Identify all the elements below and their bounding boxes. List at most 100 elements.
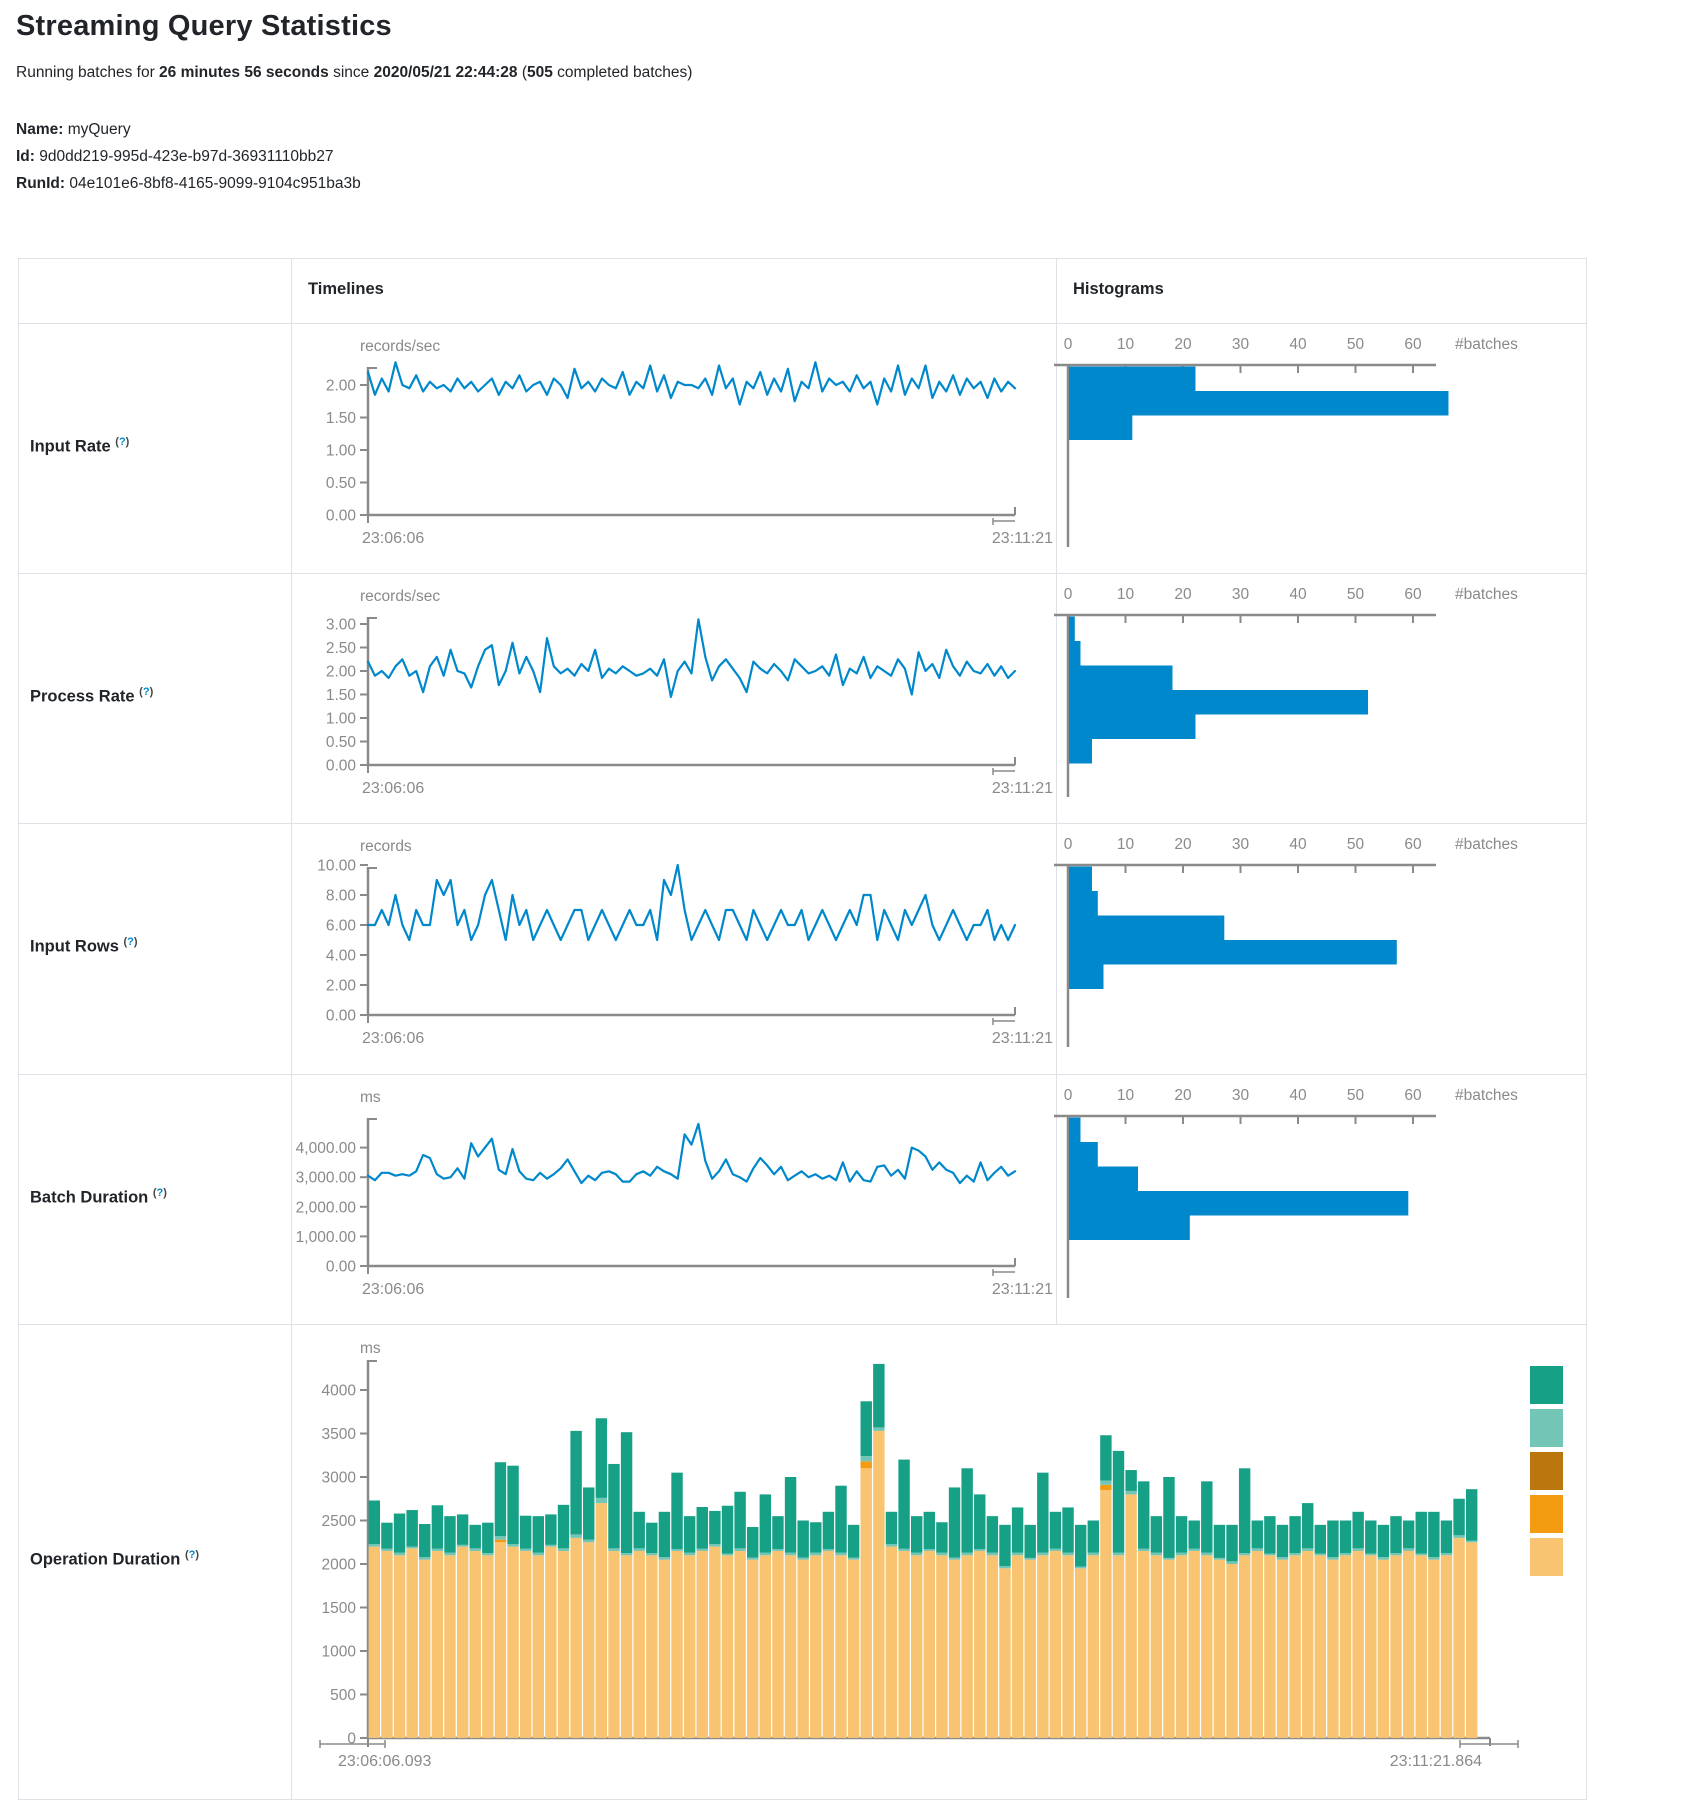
svg-text:40: 40 [1289,586,1307,603]
svg-text:23:11:21: 23:11:21 [992,1030,1053,1047]
query-meta: Name: myQuery Id: 9d0dd219-995d-423e-b97… [16,116,361,197]
svg-text:20: 20 [1174,336,1192,353]
svg-text:60: 60 [1404,836,1422,853]
svg-text:23:06:06: 23:06:06 [362,1281,424,1298]
svg-text:#batches: #batches [1455,836,1518,853]
svg-text:23:06:06: 23:06:06 [362,1030,424,1047]
svg-text:23:11:21: 23:11:21 [992,530,1053,547]
svg-text:0: 0 [1064,586,1073,603]
running-summary: Running batches for 26 minutes 56 second… [16,64,692,82]
svg-text:30: 30 [1232,336,1250,353]
svg-text:2.50: 2.50 [326,640,357,657]
running-mid: since [329,64,374,81]
column-header-timelines: Timelines [308,280,384,299]
svg-text:1.50: 1.50 [326,410,357,427]
svg-text:50: 50 [1347,336,1365,353]
svg-text:0.50: 0.50 [326,734,357,751]
column-header-histograms: Histograms [1073,280,1164,299]
svg-text:2000: 2000 [322,1557,357,1574]
svg-text:10: 10 [1117,586,1135,603]
svg-text:1,000.00: 1,000.00 [296,1229,357,1246]
svg-text:3.00: 3.00 [326,617,357,634]
svg-text:50: 50 [1347,1087,1365,1104]
svg-text:3,000.00: 3,000.00 [296,1170,357,1187]
svg-text:8.00: 8.00 [326,888,357,905]
svg-text:4,000.00: 4,000.00 [296,1140,357,1157]
svg-text:20: 20 [1174,836,1192,853]
svg-text:0.50: 0.50 [326,475,357,492]
svg-text:ms: ms [360,1089,381,1106]
svg-text:ms: ms [360,1340,381,1357]
svg-text:23:06:06: 23:06:06 [362,780,424,797]
svg-text:40: 40 [1289,1087,1307,1104]
legend-swatch [1530,1538,1563,1576]
svg-text:60: 60 [1404,586,1422,603]
page-title: Streaming Query Statistics [16,10,392,43]
help-tooltip-icon[interactable]: (?) [115,436,129,448]
running-paren: ( [518,64,527,81]
svg-text:1.00: 1.00 [326,443,357,460]
operation-duration-chart: ms4000350030002500200015001000500023:06:… [290,1323,1585,1798]
query-id-line: Id: 9d0dd219-995d-423e-b97d-36931110bb27 [16,143,361,170]
help-tooltip-icon[interactable]: (?) [124,936,138,948]
svg-text:records: records [360,838,412,855]
svg-text:1.00: 1.00 [326,711,357,728]
svg-text:30: 30 [1232,836,1250,853]
svg-text:1.50: 1.50 [326,687,357,704]
row-label-operation-duration: Operation Duration (?) [30,1549,199,1570]
legend-swatch [1530,1366,1563,1404]
svg-text:records/sec: records/sec [360,588,440,605]
row-label-input-rate: Input Rate (?) [30,436,129,457]
svg-text:0: 0 [1064,336,1073,353]
svg-text:60: 60 [1404,1087,1422,1104]
running-prefix: Running batches for [16,64,159,81]
input-rate-charts: records/sec2.001.501.000.500.0023:06:062… [290,322,1585,572]
svg-text:2.00: 2.00 [326,378,357,395]
legend-swatch [1530,1409,1563,1447]
help-tooltip-icon[interactable]: (?) [153,1187,167,1199]
svg-text:500: 500 [330,1687,356,1704]
svg-text:4.00: 4.00 [326,948,357,965]
svg-text:30: 30 [1232,586,1250,603]
svg-text:60: 60 [1404,336,1422,353]
svg-text:#batches: #batches [1455,336,1518,353]
svg-text:20: 20 [1174,586,1192,603]
running-suffix: completed batches) [553,64,693,81]
svg-text:3000: 3000 [322,1470,357,1487]
query-name-line: Name: myQuery [16,116,361,143]
svg-text:50: 50 [1347,836,1365,853]
query-runid-line: RunId: 04e101e6-8bf8-4165-9099-9104c951b… [16,170,361,197]
svg-text:2500: 2500 [322,1513,357,1530]
row-label-batch-duration: Batch Duration (?) [30,1187,167,1208]
svg-text:records/sec: records/sec [360,338,440,355]
svg-text:0.00: 0.00 [326,758,357,775]
svg-text:0.00: 0.00 [326,1008,357,1025]
svg-text:23:11:21: 23:11:21 [992,1281,1053,1298]
svg-text:#batches: #batches [1455,1087,1518,1104]
completed-batch-count: 505 [527,64,553,81]
svg-text:3500: 3500 [322,1426,357,1443]
svg-text:50: 50 [1347,586,1365,603]
svg-text:1000: 1000 [322,1644,357,1661]
svg-text:23:11:21: 23:11:21 [992,780,1053,797]
svg-text:23:06:06: 23:06:06 [362,530,424,547]
row-label-process-rate: Process Rate (?) [30,686,153,707]
svg-text:0.00: 0.00 [326,1259,357,1276]
running-start-time: 2020/05/21 22:44:28 [374,64,518,81]
svg-text:0: 0 [1064,1087,1073,1104]
svg-text:30: 30 [1232,1087,1250,1104]
svg-text:0: 0 [347,1731,356,1748]
row-label-input-rows: Input Rows (?) [30,936,138,957]
help-tooltip-icon[interactable]: (?) [185,1549,199,1561]
help-tooltip-icon[interactable]: (?) [139,686,153,698]
svg-text:2,000.00: 2,000.00 [296,1199,357,1216]
batch-duration-charts: ms 4,000.00 3,000.00 2,000.00 1,000.00 0.00 23… [290,1073,1585,1323]
svg-text:2.00: 2.00 [326,978,357,995]
svg-text:20: 20 [1174,1087,1192,1104]
svg-text:2.00: 2.00 [326,664,357,681]
legend-swatch [1530,1495,1563,1533]
svg-text:6.00: 6.00 [326,918,357,935]
svg-text:10.00: 10.00 [317,858,356,875]
svg-text:10: 10 [1117,336,1135,353]
svg-text:0: 0 [1064,836,1073,853]
